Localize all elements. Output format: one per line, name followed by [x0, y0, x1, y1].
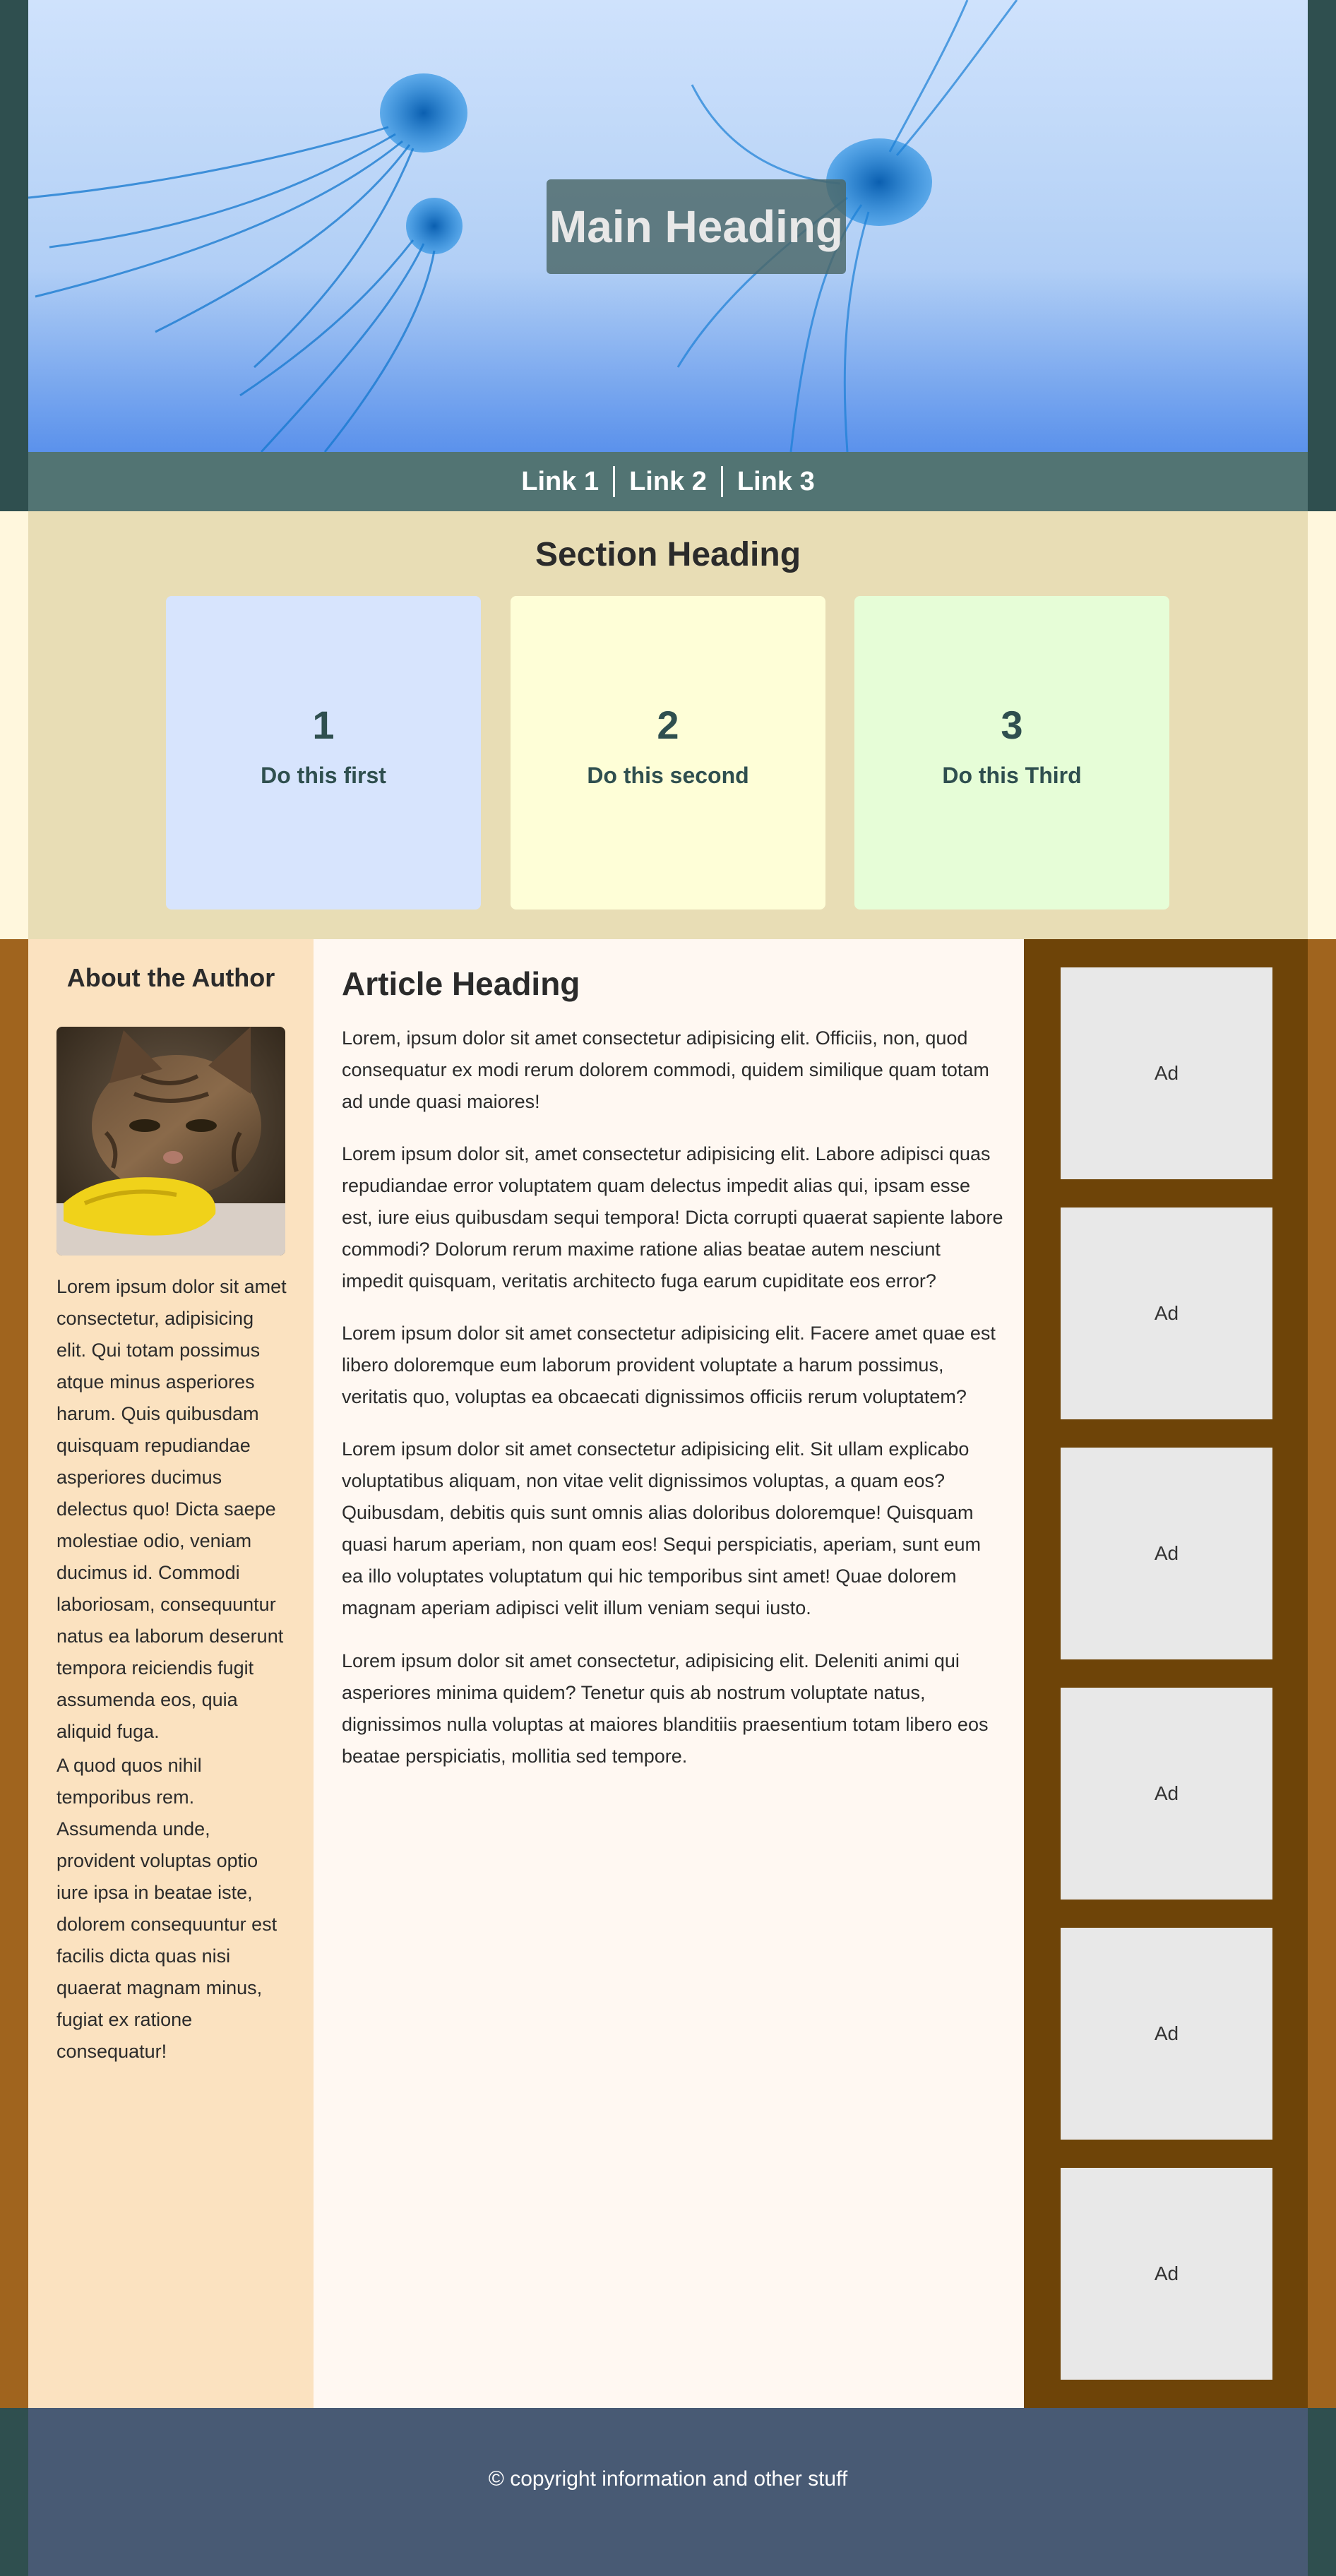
article: Article Heading Lorem, ipsum dolor sit a…: [314, 939, 1024, 2408]
step-label: Do this Third: [942, 763, 1082, 788]
main-content: About the Author Lorem ipsum dolor sit a…: [0, 939, 1336, 2408]
ad-slot[interactable]: Ad: [1061, 1208, 1272, 1419]
ad-slot[interactable]: Ad: [1061, 1448, 1272, 1659]
ad-slot[interactable]: Ad: [1061, 1688, 1272, 1900]
step-number: 1: [312, 703, 335, 747]
section-container: Section Heading 1 Do this first 2 Do thi…: [28, 511, 1308, 939]
ads-sidebar: Ad Ad Ad Ad Ad Ad: [1024, 939, 1308, 2408]
author-heading: About the Author: [66, 963, 275, 992]
step-number: 2: [657, 703, 679, 747]
nav-link-2[interactable]: Link 2: [613, 466, 721, 497]
step-card-2: 2 Do this second: [511, 596, 825, 910]
main-heading: Main Heading: [547, 179, 846, 274]
article-paragraph: Lorem ipsum dolor sit amet consectetur a…: [342, 1323, 996, 1407]
ad-slot[interactable]: Ad: [1061, 1928, 1272, 2140]
author-sidebar: About the Author Lorem ipsum dolor sit a…: [28, 939, 314, 2408]
steps-section: Section Heading 1 Do this first 2 Do thi…: [0, 511, 1336, 939]
step-card-3: 3 Do this Third: [854, 596, 1169, 910]
step-label: Do this second: [587, 763, 749, 788]
article-paragraph: Lorem ipsum dolor sit amet consectetur, …: [342, 1650, 989, 1767]
header: Main Heading Link 1 Link 2 Link 3: [0, 0, 1336, 511]
ad-slot[interactable]: Ad: [1061, 967, 1272, 1179]
author-paragraph: A quod quos nihil temporibus rem. Assume…: [56, 1755, 278, 2062]
author-paragraph: Lorem ipsum dolor sit amet consectetur, …: [56, 1276, 287, 1742]
copyright-text: © copyright information and other stuff: [488, 2467, 848, 2491]
main-nav: Link 1 Link 2 Link 3: [28, 452, 1308, 511]
step-label: Do this first: [261, 763, 386, 788]
step-number: 3: [1001, 703, 1023, 747]
cat-photo: [56, 1027, 285, 1256]
article-paragraph: Lorem ipsum dolor sit amet consectetur a…: [342, 1438, 981, 1618]
section-heading: Section Heading: [535, 536, 801, 573]
article-paragraph: Lorem ipsum dolor sit, amet consectetur …: [342, 1143, 1003, 1292]
nav-link-3[interactable]: Link 3: [720, 466, 829, 497]
footer-container: © copyright information and other stuff: [28, 2408, 1308, 2576]
footer: © copyright information and other stuff: [0, 2408, 1336, 2576]
step-card-1: 1 Do this first: [166, 596, 481, 910]
hero-banner: Main Heading: [28, 0, 1308, 452]
article-paragraph: Lorem, ipsum dolor sit amet consectetur …: [342, 1027, 989, 1112]
ad-slot[interactable]: Ad: [1061, 2168, 1272, 2380]
article-heading: Article Heading: [342, 965, 580, 1002]
nav-link-1[interactable]: Link 1: [507, 466, 613, 497]
